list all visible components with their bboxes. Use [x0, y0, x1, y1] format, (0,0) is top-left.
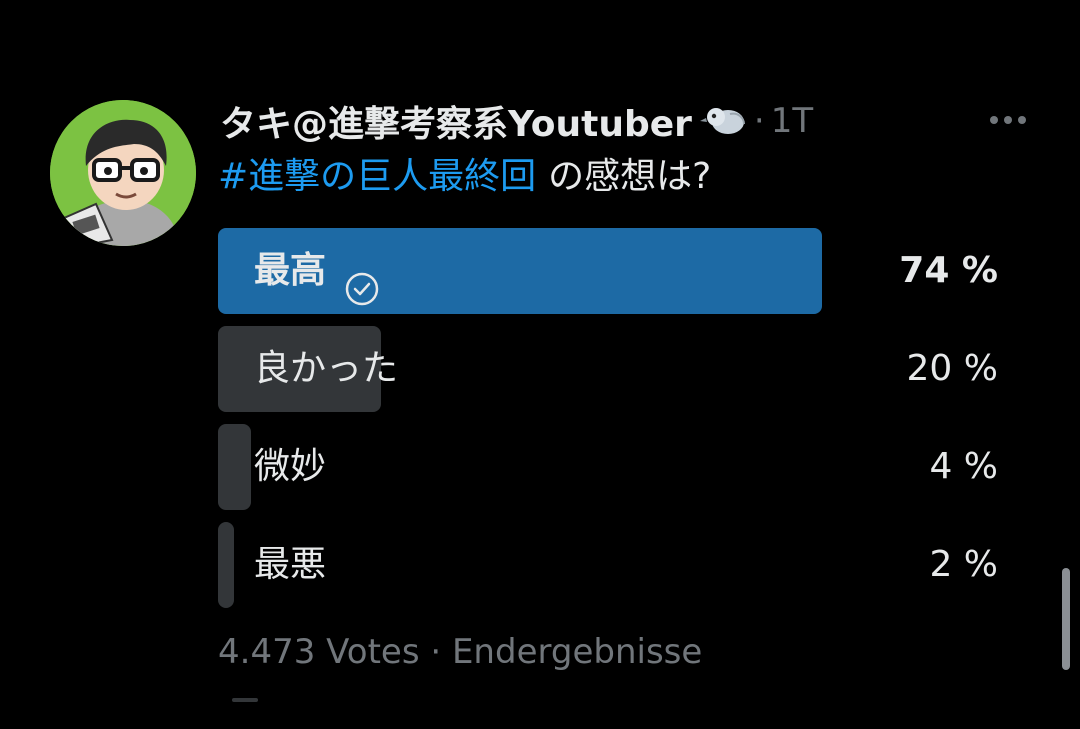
display-name[interactable]: タキ@進撃考察系Youtuber [220, 95, 692, 147]
check-circle-icon [344, 253, 380, 306]
hashtag-link[interactable]: #進撃の巨人最終回 [218, 156, 536, 197]
scrollbar[interactable] [1062, 568, 1070, 670]
poll-bar [218, 424, 251, 510]
poll: 最高 74 % 良かった 20 % 微妙 4 % 最悪 2 % [218, 228, 1008, 620]
tweet-text: #進撃の巨人最終回 の感想は? [218, 152, 711, 202]
tweet: タキ@進撃考察系Youtuber · 1T #進撃の巨人最終回の感想は? 最高 [0, 0, 1080, 729]
question-text: の感想は? [548, 156, 712, 197]
poll-footer: 4.473 Votes · Endergebnisse [218, 632, 703, 672]
poll-option-3: 微妙 4 % [218, 424, 1008, 510]
poll-option-1: 最高 74 % [218, 228, 1008, 314]
avatar-illustration-icon [50, 100, 196, 246]
poll-option-percent: 4 % [929, 446, 998, 487]
next-item-edge [232, 698, 258, 702]
tweet-header: タキ@進撃考察系Youtuber · 1T [220, 95, 813, 147]
poll-option-2: 良かった 20 % [218, 326, 1008, 412]
poll-bar [218, 522, 235, 608]
header-separator: · [753, 101, 765, 141]
bird-emoji-icon [699, 104, 748, 138]
poll-option-label: 最高 [254, 250, 327, 291]
poll-option-label: 微妙 [254, 446, 327, 487]
poll-option-percent: 20 % [906, 348, 998, 389]
timestamp[interactable]: 1T [771, 101, 813, 141]
poll-option-percent: 74 % [899, 250, 998, 291]
poll-option-label: 良かった [254, 348, 399, 389]
poll-option-percent: 2 % [929, 544, 998, 585]
more-options-icon[interactable] [986, 110, 1030, 130]
avatar[interactable] [50, 100, 196, 246]
poll-option-label: 最悪 [254, 544, 327, 585]
poll-option-4: 最悪 2 % [218, 522, 1008, 608]
